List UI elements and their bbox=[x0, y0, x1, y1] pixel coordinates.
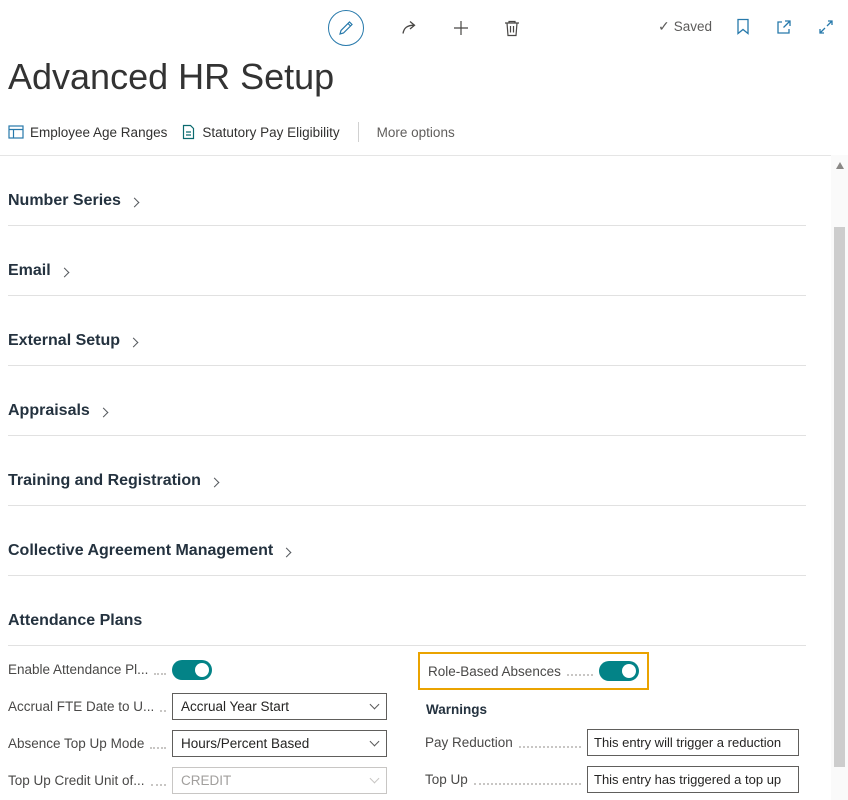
role-based-absences-toggle[interactable] bbox=[599, 661, 639, 681]
chevron-right-icon bbox=[209, 477, 219, 487]
dotted-leader bbox=[154, 673, 166, 675]
chevron-right-icon bbox=[98, 407, 108, 417]
field-label: Pay Reduction bbox=[425, 735, 513, 750]
section-divider bbox=[8, 645, 806, 646]
fasttab-label: External Setup bbox=[8, 332, 120, 350]
fasttab-number-series[interactable]: Number Series bbox=[8, 190, 806, 212]
fasttab-label: Appraisals bbox=[8, 402, 90, 420]
fasttab-label: Email bbox=[8, 262, 51, 280]
field-row-top-up: Top Up bbox=[425, 766, 799, 793]
open-in-window-button[interactable] bbox=[774, 17, 794, 37]
statutory-pay-eligibility-action[interactable]: Statutory Pay Eligibility bbox=[181, 124, 339, 140]
share-button[interactable] bbox=[396, 16, 420, 40]
action-bar-divider bbox=[358, 122, 359, 142]
scrollbar-thumb[interactable] bbox=[834, 227, 845, 767]
share-icon bbox=[398, 18, 418, 38]
fasttab-label: Number Series bbox=[8, 192, 121, 210]
chevron-right-icon bbox=[282, 547, 292, 557]
saved-label: Saved bbox=[674, 19, 712, 34]
section-divider bbox=[8, 295, 806, 296]
action-label: Employee Age Ranges bbox=[30, 125, 167, 140]
role-based-absences-highlight: Role-Based Absences bbox=[418, 652, 649, 690]
field-row-enable-attendance: Enable Attendance Pl... bbox=[8, 656, 403, 683]
field-label: Enable Attendance Pl... bbox=[8, 662, 148, 677]
page-content: Number Series Email External Setup Appra… bbox=[0, 190, 848, 796]
action-bar: Employee Age Ranges Statutory Pay Eligib… bbox=[8, 122, 848, 142]
section-divider bbox=[8, 225, 806, 226]
warnings-heading: Warnings bbox=[426, 702, 814, 719]
check-icon: ✓ bbox=[658, 18, 670, 35]
edit-pencil-icon bbox=[328, 10, 364, 46]
statutory-pay-icon bbox=[181, 124, 196, 140]
saved-status: ✓ Saved bbox=[658, 18, 712, 35]
scrollbar-up-arrow-icon[interactable] bbox=[836, 162, 844, 169]
dotted-leader bbox=[519, 746, 581, 748]
field-row-absence-top-up-mode: Absence Top Up Mode Hours/Percent Based bbox=[8, 730, 403, 757]
command-bar: ✓ Saved bbox=[0, 0, 848, 52]
attendance-fields: Enable Attendance Pl... Accrual FTE Date… bbox=[8, 656, 806, 796]
fasttab-training-registration[interactable]: Training and Registration bbox=[8, 470, 806, 492]
field-label: Absence Top Up Mode bbox=[8, 736, 144, 751]
dotted-leader bbox=[150, 747, 166, 749]
section-divider bbox=[8, 505, 806, 506]
fasttab-label: Collective Agreement Management bbox=[8, 542, 273, 560]
chevron-right-icon bbox=[129, 197, 139, 207]
trash-icon bbox=[504, 19, 520, 37]
action-label: Statutory Pay Eligibility bbox=[202, 125, 339, 140]
fasttab-attendance-plans[interactable]: Attendance Plans bbox=[8, 610, 806, 632]
field-row-pay-reduction: Pay Reduction bbox=[425, 729, 799, 756]
expand-button[interactable] bbox=[816, 17, 836, 37]
absence-top-up-mode-combobox[interactable]: Hours/Percent Based bbox=[172, 730, 387, 757]
chevron-down-icon bbox=[370, 774, 380, 784]
plus-icon bbox=[452, 19, 470, 37]
section-divider bbox=[8, 365, 806, 366]
command-bar-right: ✓ Saved bbox=[658, 16, 836, 37]
field-row-top-up-credit-unit: Top Up Credit Unit of... CREDIT bbox=[8, 767, 403, 794]
field-label: Top Up Credit Unit of... bbox=[8, 773, 145, 788]
field-label: Top Up bbox=[425, 772, 468, 787]
top-up-credit-unit-combobox: CREDIT bbox=[172, 767, 387, 794]
expand-icon bbox=[818, 19, 834, 35]
page-title: Advanced HR Setup bbox=[8, 56, 848, 98]
attendance-right-column: Role-Based Absences Warnings Pay Reducti… bbox=[418, 652, 814, 793]
combobox-value: Hours/Percent Based bbox=[181, 736, 371, 751]
chevron-down-icon bbox=[370, 737, 380, 747]
top-up-input[interactable] bbox=[587, 766, 799, 793]
vertical-scrollbar[interactable] bbox=[831, 155, 848, 800]
edit-button[interactable] bbox=[326, 8, 366, 48]
attendance-left-column: Enable Attendance Pl... Accrual FTE Date… bbox=[8, 656, 403, 794]
field-label: Role-Based Absences bbox=[428, 664, 561, 679]
dotted-leader bbox=[567, 674, 593, 676]
fasttab-label: Attendance Plans bbox=[8, 612, 142, 630]
action-bar-wrap: Employee Age Ranges Statutory Pay Eligib… bbox=[0, 98, 848, 156]
fasttab-collective-agreement[interactable]: Collective Agreement Management bbox=[8, 540, 806, 562]
bookmark-icon bbox=[736, 18, 750, 35]
chevron-down-icon bbox=[370, 700, 380, 710]
combobox-value: Accrual Year Start bbox=[181, 699, 371, 714]
fasttab-email[interactable]: Email bbox=[8, 260, 806, 282]
pay-reduction-input[interactable] bbox=[587, 729, 799, 756]
chevron-right-icon bbox=[59, 267, 69, 277]
section-divider bbox=[8, 435, 806, 436]
age-ranges-icon bbox=[8, 124, 24, 140]
more-options-button[interactable]: More options bbox=[377, 125, 455, 140]
chevron-right-icon bbox=[129, 337, 139, 347]
dotted-leader bbox=[474, 783, 581, 785]
employee-age-ranges-action[interactable]: Employee Age Ranges bbox=[8, 124, 167, 140]
combobox-value: CREDIT bbox=[181, 773, 371, 788]
field-row-accrual-fte-date: Accrual FTE Date to U... Accrual Year St… bbox=[8, 693, 403, 720]
add-button[interactable] bbox=[450, 17, 472, 39]
fasttab-appraisals[interactable]: Appraisals bbox=[8, 400, 806, 422]
open-in-window-icon bbox=[776, 19, 792, 35]
fasttab-external-setup[interactable]: External Setup bbox=[8, 330, 806, 352]
section-divider bbox=[8, 575, 806, 576]
field-label: Accrual FTE Date to U... bbox=[8, 699, 154, 714]
delete-button[interactable] bbox=[502, 17, 522, 39]
fasttab-label: Training and Registration bbox=[8, 472, 201, 490]
accrual-fte-date-combobox[interactable]: Accrual Year Start bbox=[172, 693, 387, 720]
dotted-leader bbox=[160, 710, 166, 712]
dotted-leader bbox=[151, 784, 166, 786]
enable-attendance-toggle[interactable] bbox=[172, 660, 212, 680]
bookmark-button[interactable] bbox=[734, 16, 752, 37]
